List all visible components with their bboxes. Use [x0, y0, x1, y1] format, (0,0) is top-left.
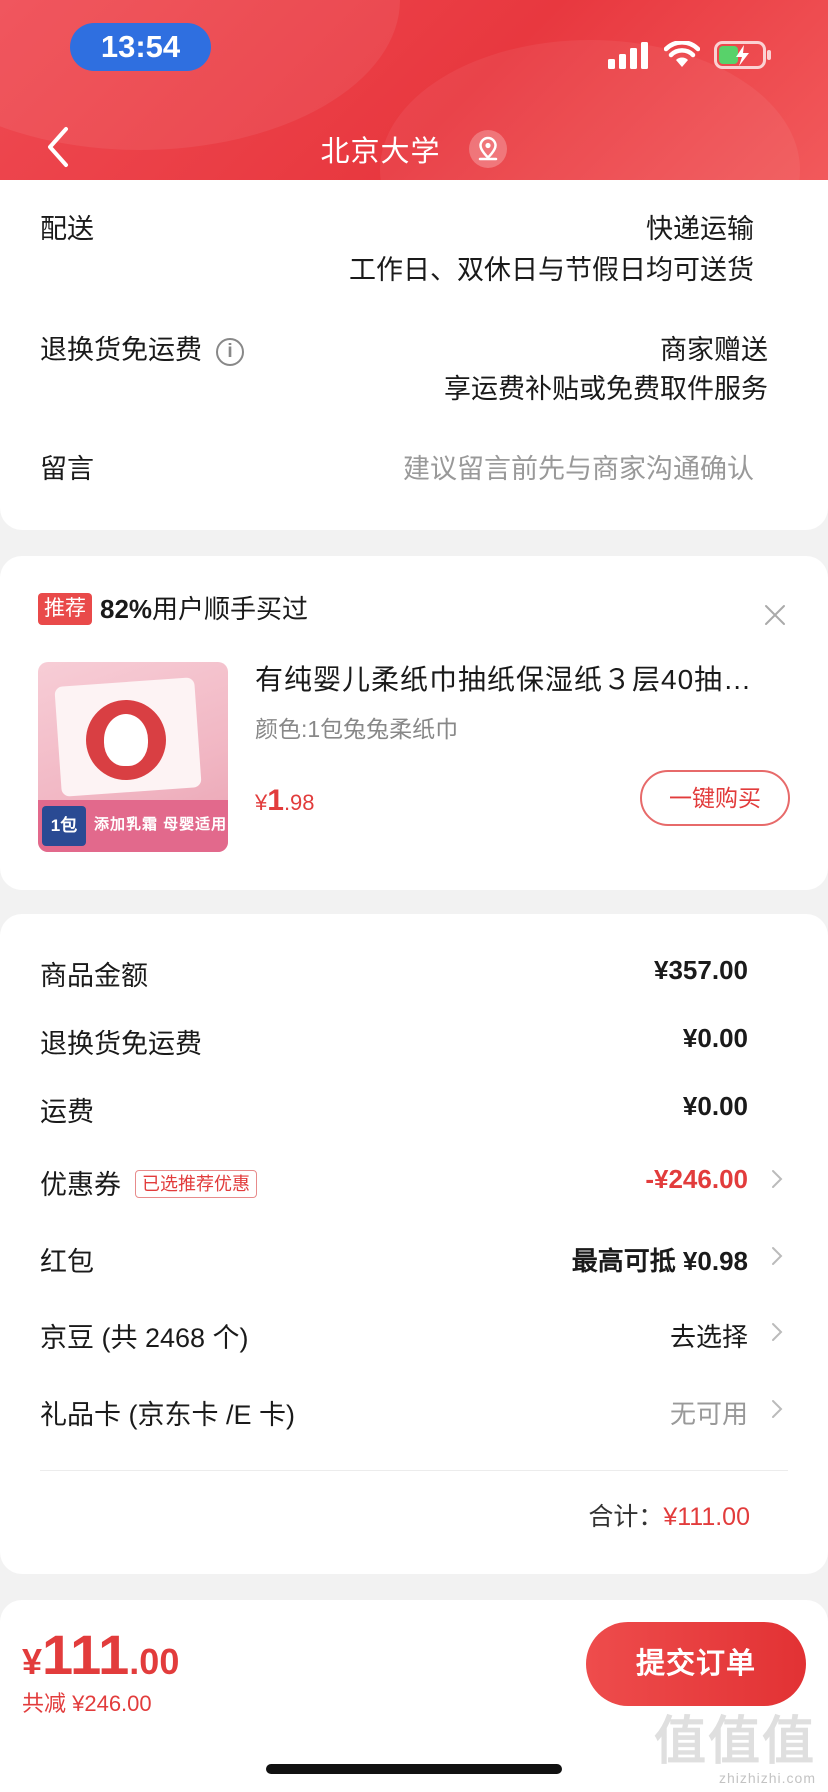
- recommend-header: 82%用户顺手买过: [100, 593, 308, 625]
- recommend-percent: 82%: [100, 594, 153, 624]
- status-time: 13:54: [70, 23, 211, 71]
- chevron-right-icon[interactable]: [770, 1168, 784, 1190]
- battery-icon: [714, 41, 771, 69]
- product-price: ¥1.98: [255, 784, 315, 818]
- price-dec: .98: [283, 790, 315, 815]
- return-shipping-row: 退换货免运费 i: [40, 328, 244, 367]
- info-icon[interactable]: i: [216, 338, 244, 366]
- subtotal: 合计：¥111.00: [588, 1497, 750, 1533]
- address-title: 北京大学: [320, 136, 441, 168]
- goods-amount: ¥357.00: [654, 955, 748, 985]
- return-shipping-provider: 商家赠送: [660, 335, 768, 365]
- message-input[interactable]: 建议留言前先与商家沟通确认: [403, 447, 754, 486]
- delivery-schedule: 工作日、双休日与节假日均可送货: [349, 255, 754, 285]
- giftcard-label[interactable]: 礼品卡 (京东卡 /E 卡): [40, 1393, 295, 1432]
- recommend-tag: 推荐: [38, 593, 92, 625]
- pay-amount: ¥111.00: [22, 1622, 179, 1687]
- pay-dec: .00: [129, 1641, 180, 1682]
- coupon-label: 优惠券: [40, 1170, 121, 1200]
- return-shipping-desc: 享运费补贴或免费取件服务: [444, 374, 768, 404]
- close-icon: [765, 605, 785, 625]
- jingdou-label[interactable]: 京豆 (共 2468 个): [40, 1316, 249, 1355]
- chevron-right-icon[interactable]: [770, 1398, 784, 1420]
- pay-currency: ¥: [22, 1641, 43, 1682]
- watermark-logo: 值值值: [653, 1713, 816, 1771]
- giftcard-value[interactable]: 无可用: [670, 1394, 748, 1431]
- coupon-value[interactable]: -¥246.00: [645, 1164, 748, 1195]
- one-click-buy-button[interactable]: 一键购买: [640, 770, 790, 826]
- recommend-text: 用户顺手买过: [152, 594, 309, 624]
- redpacket-value[interactable]: 最高可抵 ¥0.98: [572, 1241, 748, 1278]
- wifi-icon: [664, 41, 700, 67]
- delivery-method: 快递运输: [646, 214, 754, 244]
- jingdou-value[interactable]: 去选择: [670, 1317, 748, 1354]
- goods-amount-label: 商品金额: [40, 961, 148, 991]
- shipping-value: ¥0.00: [682, 1091, 748, 1121]
- delivery-label: 配送: [40, 214, 94, 244]
- redpacket-label[interactable]: 红包: [40, 1240, 94, 1279]
- product-image-caption: 添加乳霜 母婴适用: [94, 816, 228, 833]
- total-saved: 共减 ¥246.00: [22, 1691, 152, 1716]
- chevron-right-icon[interactable]: [770, 1321, 784, 1343]
- product-spec: 颜色:1包兔兔柔纸巾: [255, 716, 459, 742]
- product-image-tag: 1包: [42, 806, 86, 846]
- bunny-icon: [104, 714, 148, 766]
- price-int: 1: [267, 784, 284, 817]
- return-shipping-label: 退换货免运费: [40, 335, 202, 365]
- location-icon[interactable]: [468, 129, 508, 177]
- shipping-label: 运费: [40, 1097, 94, 1127]
- total-label: 合计：: [588, 1503, 664, 1531]
- watermark: 值值值 zhizhizhi.com: [654, 1714, 816, 1786]
- product-image[interactable]: 添加乳霜 母婴适用 1包: [38, 662, 228, 852]
- pay-int: 111: [42, 1623, 130, 1686]
- summary-divider: [40, 1470, 788, 1471]
- product-title[interactable]: 有纯婴儿柔纸巾抽纸保湿纸３层40抽…: [255, 658, 785, 698]
- coupon-row[interactable]: 优惠券 已选推荐优惠: [40, 1163, 257, 1202]
- close-button[interactable]: [764, 604, 786, 626]
- coupon-badge: 已选推荐优惠: [135, 1170, 257, 1198]
- address-selector[interactable]: 北京大学: [0, 128, 828, 177]
- signal-icon: [608, 42, 648, 69]
- total-value: ¥111.00: [663, 1503, 750, 1531]
- home-indicator[interactable]: [266, 1764, 562, 1774]
- return-fee: ¥0.00: [682, 1023, 748, 1053]
- submit-order-button[interactable]: 提交订单: [586, 1622, 806, 1706]
- status-icons: [608, 38, 772, 72]
- chevron-right-icon[interactable]: [770, 1245, 784, 1267]
- watermark-url: zhizhizhi.com: [718, 1770, 816, 1786]
- message-label: 留言: [40, 454, 94, 484]
- return-fee-label: 退换货免运费: [40, 1029, 202, 1059]
- price-symbol: ¥: [255, 790, 268, 815]
